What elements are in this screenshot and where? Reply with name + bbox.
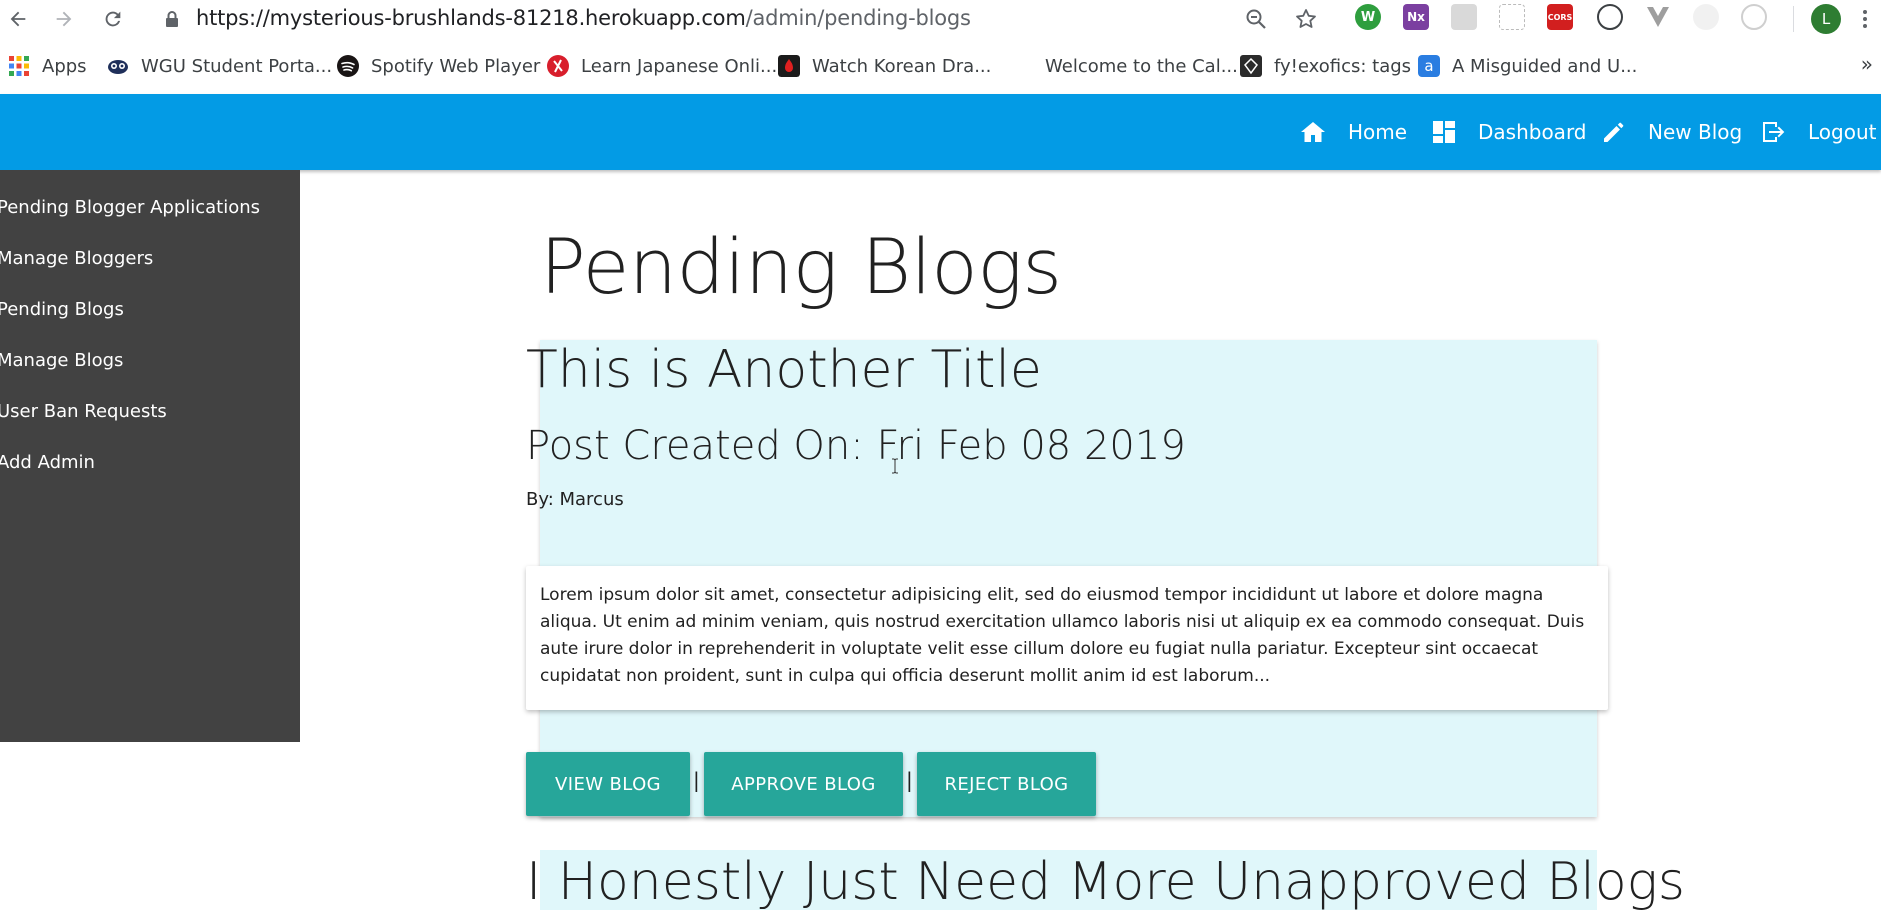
- apps-grid-icon: [9, 56, 29, 76]
- bookmark-welcome-cal[interactable]: Welcome to the Cal...: [1045, 53, 1238, 79]
- browser-toolbar: https://mysterious-brushlands-81218.hero…: [0, 0, 1881, 38]
- extension-k-icon[interactable]: [1451, 4, 1477, 30]
- ext-label: Nx: [1407, 10, 1425, 24]
- nav-new-blog[interactable]: New Blog: [1602, 94, 1742, 170]
- approve-blog-button[interactable]: APPROVE BLOG: [704, 752, 903, 816]
- lock-icon: [166, 11, 178, 27]
- bookmark-label: A Misguided and U...: [1452, 55, 1638, 77]
- sidebar-item-user-ban-requests[interactable]: User Ban Requests: [0, 401, 167, 422]
- sidebar-item-pending-blogs[interactable]: Pending Blogs: [0, 299, 124, 320]
- ext-label: CORS: [1547, 12, 1573, 22]
- nav-new-blog-label: New Blog: [1648, 120, 1743, 144]
- extension-target-icon[interactable]: [1741, 4, 1767, 30]
- toolbar-divider: [1793, 6, 1794, 32]
- bookmark-apps[interactable]: Apps: [8, 53, 87, 79]
- bookmarks-overflow-icon[interactable]: »: [1861, 52, 1873, 76]
- bookmark-korean-drama[interactable]: Watch Korean Dra...: [778, 53, 991, 79]
- menu-kebab-icon[interactable]: [1863, 6, 1867, 32]
- button-separator: |: [693, 768, 700, 792]
- extension-p-icon[interactable]: [1499, 4, 1525, 30]
- ext-label: W: [1360, 9, 1376, 25]
- bookmark-wgu[interactable]: WGU Student Porta...: [107, 53, 332, 79]
- address-bar[interactable]: https://mysterious-brushlands-81218.hero…: [196, 6, 971, 30]
- url-path: /admin/pending-blogs: [745, 6, 971, 30]
- korean-drama-icon: [778, 55, 800, 77]
- bookmark-label: Learn Japanese Onli...: [581, 55, 778, 77]
- tumblr-diamond-icon: [1240, 55, 1262, 77]
- blog-excerpt: Lorem ipsum dolor sit amet, consectetur …: [540, 585, 1585, 686]
- nav-dashboard-label: Dashboard: [1478, 120, 1587, 144]
- extension-gray-icon[interactable]: [1693, 4, 1719, 30]
- svg-text:a: a: [1424, 57, 1433, 75]
- nav-home[interactable]: Home: [1300, 94, 1407, 170]
- bookmarks-bar: Apps WGU Student Porta... Spotify Web Pl…: [0, 48, 1881, 84]
- bookmark-label: Spotify Web Player: [371, 55, 541, 77]
- app-navbar: Home Dashboard New Blog Logout: [0, 94, 1881, 170]
- reject-blog-button[interactable]: REJECT BLOG: [917, 752, 1096, 816]
- reload-icon[interactable]: [99, 5, 127, 33]
- code-extension-icon[interactable]: [1597, 4, 1623, 30]
- vue-devtools-icon[interactable]: [1645, 4, 1671, 30]
- bookmark-ao3[interactable]: a A Misguided and U...: [1418, 53, 1637, 79]
- text-cursor-icon: [892, 458, 898, 474]
- onenote-clipper-icon[interactable]: Nx: [1403, 4, 1429, 30]
- page-title: Pending Blogs: [540, 222, 1062, 311]
- blog-excerpt-card: Lorem ipsum dolor sit amet, consectetur …: [526, 566, 1608, 710]
- logout-icon: [1763, 122, 1785, 142]
- nav-dashboard[interactable]: Dashboard: [1432, 94, 1587, 170]
- blog-created-date: Post Created On: Fri Feb 08 2019: [526, 423, 1186, 469]
- blog-title: This is Another Title: [526, 340, 1042, 400]
- bookmark-star-icon[interactable]: [1292, 5, 1320, 33]
- blog-author: By: Marcus: [526, 489, 624, 510]
- sidebar-item-manage-bloggers[interactable]: Manage Bloggers: [0, 248, 153, 269]
- forward-arrow-icon[interactable]: [50, 5, 78, 33]
- profile-avatar[interactable]: L: [1811, 4, 1841, 34]
- cors-icon[interactable]: CORS: [1547, 4, 1573, 30]
- blog-title: I Honestly Just Need More Unapproved Blo…: [526, 852, 1685, 912]
- nav-logout-label: Logout: [1808, 120, 1877, 144]
- japanese-site-icon: [547, 55, 569, 77]
- zoom-icon[interactable]: [1242, 5, 1270, 33]
- bookmark-spotify[interactable]: Spotify Web Player: [337, 53, 540, 79]
- nav-logout[interactable]: Logout: [1760, 94, 1876, 170]
- url-host: https://mysterious-brushlands-81218.hero…: [196, 6, 746, 30]
- bookmark-label: WGU Student Porta...: [141, 55, 333, 77]
- sidebar-item-manage-blogs[interactable]: Manage Blogs: [0, 350, 123, 371]
- bookmark-learn-japanese[interactable]: Learn Japanese Onli...: [547, 53, 777, 79]
- bookmark-fy-exofics[interactable]: fy!exofics: tags: [1240, 53, 1411, 79]
- bookmark-label: Apps: [42, 55, 87, 77]
- dashboard-icon: [1433, 121, 1455, 143]
- profile-initial: L: [1821, 10, 1831, 28]
- nav-home-label: Home: [1348, 120, 1408, 144]
- bookmark-label: Watch Korean Dra...: [812, 55, 992, 77]
- pencil-icon: [1604, 122, 1624, 142]
- ao3-icon: a: [1418, 55, 1440, 77]
- w-extension-icon[interactable]: W: [1355, 4, 1381, 30]
- view-blog-button[interactable]: VIEW BLOG: [526, 752, 690, 816]
- sidebar-item-pending-blogger-applications[interactable]: Pending Blogger Applications: [0, 197, 260, 218]
- home-icon: [1301, 122, 1325, 142]
- admin-sidebar: Pending Blogger Applications Manage Blog…: [0, 170, 300, 742]
- bookmark-label: fy!exofics: tags: [1274, 55, 1412, 77]
- back-arrow-icon[interactable]: [4, 5, 32, 33]
- button-separator: |: [906, 768, 913, 792]
- spotify-icon: [337, 55, 359, 77]
- sidebar-item-add-admin[interactable]: Add Admin: [0, 452, 95, 473]
- bookmark-label: Welcome to the Cal...: [1045, 55, 1238, 77]
- owl-icon: [108, 60, 128, 74]
